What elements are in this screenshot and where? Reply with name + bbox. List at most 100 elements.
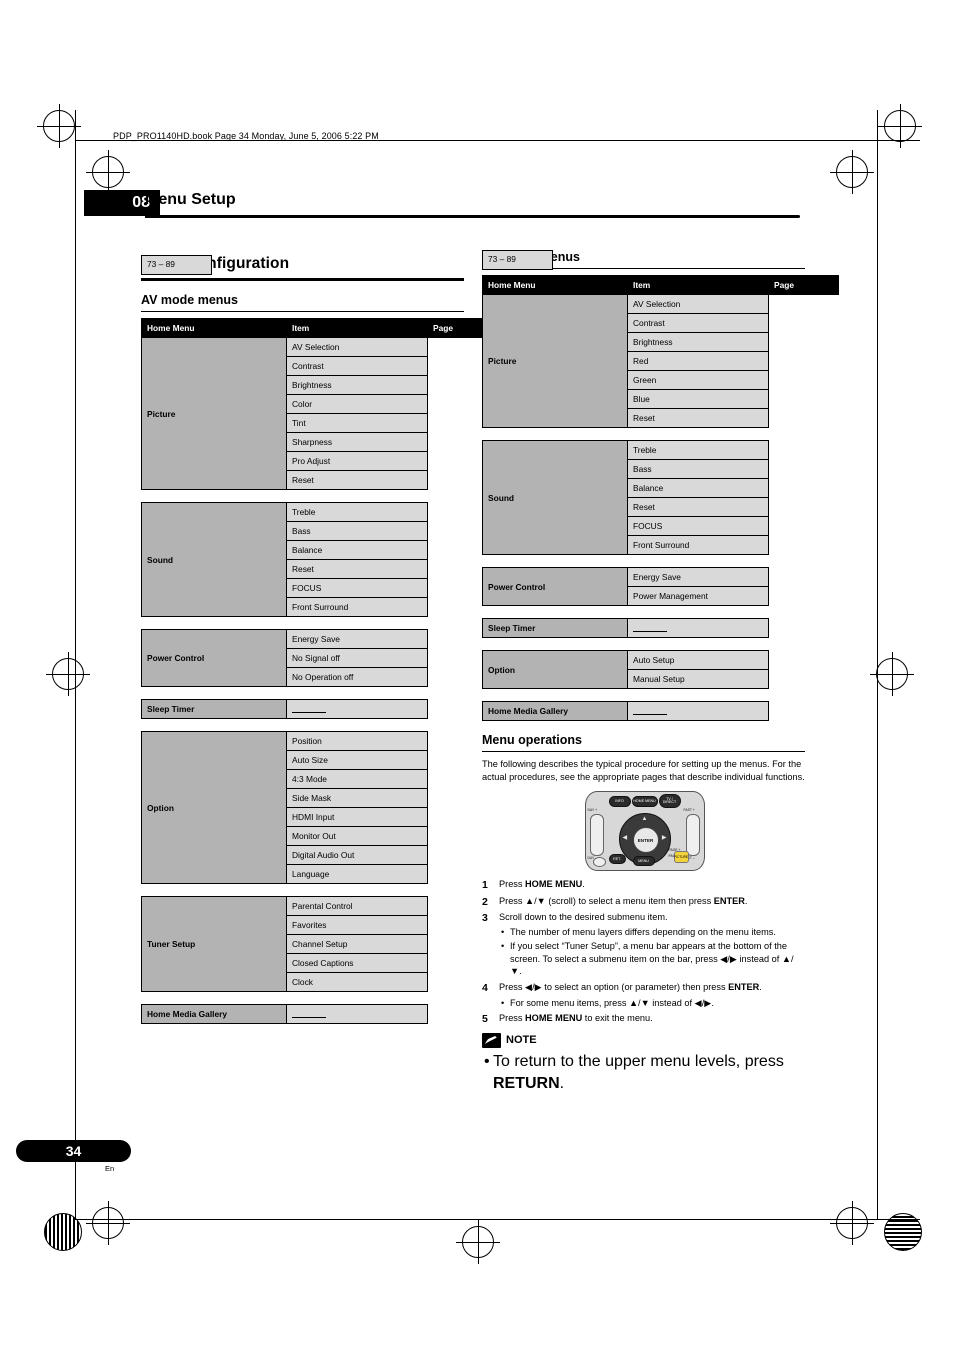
pencil-icon xyxy=(482,1032,501,1048)
menu-item-label: 4:3 Mode xyxy=(286,769,428,789)
menu-item-label: Bass xyxy=(627,459,769,479)
menu-item-label: Position xyxy=(286,731,428,751)
menu-group-sleep-timer: Sleep Timer xyxy=(141,699,287,719)
table-row: SoundTreble60 xyxy=(482,250,805,555)
step-number: 2 xyxy=(482,895,488,908)
menu-item-label xyxy=(627,701,769,721)
step-text: Press HOME MENU. xyxy=(499,879,585,890)
menu-item-label: Balance xyxy=(286,540,428,560)
step-text: Press HOME MENU to exit the menu. xyxy=(499,1013,653,1024)
menu-item-label: Contrast xyxy=(286,356,428,376)
menu-group-tuner-setup: Tuner Setup xyxy=(141,896,287,992)
menu-group-home-media-gallery: Home Media Gallery xyxy=(141,1004,287,1024)
remote-button-picture: PICTURE xyxy=(673,851,689,864)
remote-side-button-right xyxy=(685,814,700,857)
empty-item-dash xyxy=(633,713,667,715)
table-header-home-menu: Home Menu xyxy=(482,275,628,295)
chapter-rule xyxy=(145,215,800,218)
menu-item-label: HDMI Input xyxy=(286,807,428,827)
menu-group-power-control: Power Control xyxy=(482,567,628,606)
note-label: NOTE xyxy=(506,1034,537,1047)
crop-line-left xyxy=(75,110,76,1220)
remote-label-day-plus: DAY + xyxy=(587,808,598,813)
step-number: 3 xyxy=(482,912,488,925)
menu-item-label: Color xyxy=(286,394,428,414)
remote-side-button-left xyxy=(589,814,604,857)
page-number-badge: 34 xyxy=(16,1140,131,1162)
menu-item-label: Tint xyxy=(286,413,428,433)
remote-button-return: RET. xyxy=(608,854,626,865)
table-header-home-menu: Home Menu xyxy=(141,318,287,338)
table-row: Tuner SetupParental Control36 – 40 xyxy=(141,255,464,992)
step-number: 5 xyxy=(482,1013,488,1026)
remote-button-info: INFO xyxy=(608,796,631,808)
menu-item-label: No Signal off xyxy=(286,648,428,668)
menu-item-page: 73 – 89 xyxy=(141,255,212,275)
table-header-page: Page xyxy=(768,275,839,295)
menu-operations-intro: The following describes the typical proc… xyxy=(482,759,805,782)
menu-group-sleep-timer: Sleep Timer xyxy=(482,618,628,638)
menu-item-label: Reset xyxy=(286,559,428,579)
menu-group-sound: Sound xyxy=(141,502,287,617)
menu-table-av-picture: Home MenuItemPagePictureAV Selection55Co… xyxy=(141,255,498,490)
menu-table-av-power-control: Power ControlEnergy Save61No Signal off6… xyxy=(141,255,464,687)
remote-button-menu: MENU xyxy=(632,856,655,867)
menu-item-label: FOCUS xyxy=(286,578,428,598)
menu-item-label: AV Selection xyxy=(627,294,769,314)
menu-item-label xyxy=(627,618,769,638)
menu-item-label: Clock xyxy=(286,972,428,992)
menu-item-label: Sharpness xyxy=(286,432,428,452)
step-bullet: The number of menu layers differs depend… xyxy=(501,926,805,939)
subsection-rule-ops xyxy=(482,751,805,752)
menu-table-pc-option: OptionAuto Setup62Manual Setup63 xyxy=(482,250,805,689)
table-row: Home Media Gallery 73 – 89 xyxy=(141,255,465,1024)
menu-table-av-sleep-timer: Sleep Timer55 xyxy=(141,255,464,719)
menu-table-av-home-media-gallery: Home Media Gallery 73 – 89 xyxy=(141,255,465,1024)
menu-item-label: Digital Audio Out xyxy=(286,845,428,865)
menu-item-label: Auto Setup xyxy=(627,650,769,670)
menu-operation-step: 1 Press HOME MENU. xyxy=(482,878,805,891)
empty-item-dash xyxy=(633,630,667,632)
menu-table-pc-home-media-gallery: Home Media Gallery 73 – 89 xyxy=(482,250,805,721)
registration-mark-mid-right xyxy=(870,652,914,696)
step-number: 1 xyxy=(482,879,488,892)
registration-mark-bottom-left xyxy=(86,1201,130,1245)
menu-table-pc-power-control: Power ControlEnergy Save61Power Manageme… xyxy=(482,250,805,606)
table-row: OptionPosition62 xyxy=(141,255,464,884)
menu-group-picture: Picture xyxy=(141,337,287,490)
step-bullet-list: For some menu items, press ▲/▼ instead o… xyxy=(499,997,805,1010)
table-row: PictureAV Selection55 xyxy=(482,250,839,428)
remote-button-tv-direct: TV / DIRECT xyxy=(658,794,681,809)
menu-item-label: Front Surround xyxy=(627,535,769,555)
menu-item-label: Reset xyxy=(627,497,769,517)
menu-item-label: Green xyxy=(627,370,769,390)
menu-table-pc-sound: SoundTreble60Bass60Balance60Reset60FOCUS… xyxy=(482,250,805,555)
registration-mark-top-inner-left xyxy=(86,150,130,194)
step-text: Press ◀/▶ to select an option (or parame… xyxy=(499,982,762,993)
remote-button-lower-left xyxy=(592,857,606,868)
table-row: Power ControlEnergy Save61 xyxy=(482,250,805,606)
crop-line-bottom xyxy=(75,1219,920,1220)
registration-mark-bottom-right xyxy=(830,1201,874,1245)
av-mode-tables: Home MenuItemPagePictureAV Selection55Co… xyxy=(141,255,498,1024)
registration-mark-top-right xyxy=(878,104,922,148)
subsection-title-av-mode-menus: AV mode menus xyxy=(141,293,239,307)
empty-item-dash xyxy=(292,1016,326,1018)
menu-item-label: Favorites xyxy=(286,915,428,935)
menu-table-av-tuner-setup: Tuner SetupParental Control36 – 40Favori… xyxy=(141,255,464,992)
menu-group-picture: Picture xyxy=(482,294,628,428)
table-header-item: Item xyxy=(286,318,428,338)
menu-item-label: Energy Save xyxy=(627,567,769,587)
menu-item-label: No Operation off xyxy=(286,667,428,687)
menu-item-label: Balance xyxy=(627,478,769,498)
menu-item-label: Manual Setup xyxy=(627,669,769,689)
remote-arrow-left-icon: ◀ xyxy=(622,835,628,842)
remote-control-illustration: INFO HOME MENU TV / DIRECT DAY + DAY – FA… xyxy=(584,791,705,872)
remote-arrow-up-icon: ▲ xyxy=(641,816,648,823)
menu-item-label: Contrast xyxy=(627,313,769,333)
menu-item-label: Energy Save xyxy=(286,629,428,649)
section-rule xyxy=(141,278,464,281)
menu-item-label: FOCUS xyxy=(627,516,769,536)
menu-table-pc-picture: Home MenuItemPagePictureAV Selection55Co… xyxy=(482,250,839,428)
menu-operation-steps: 1 Press HOME MENU. 2 Press ▲/▼ (scroll) to … xyxy=(482,878,805,1025)
